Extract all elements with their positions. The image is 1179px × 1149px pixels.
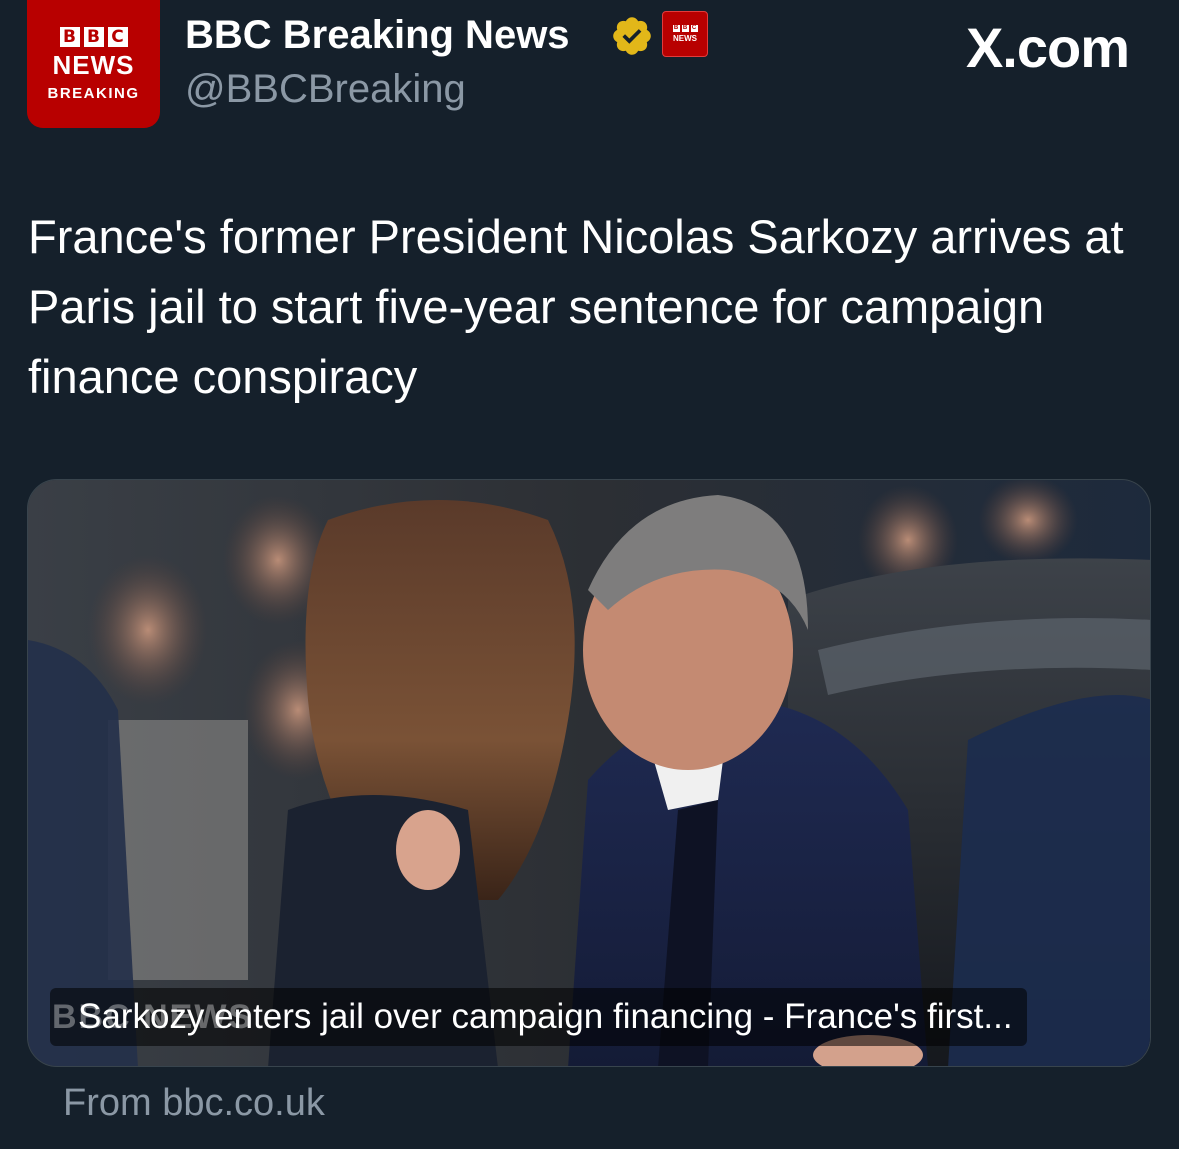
link-card-title: Sarkozy enters jail over campaign financ… <box>78 997 1013 1036</box>
affiliation-letter: B <box>681 25 689 32</box>
tweet-text: France's former President Nicolas Sarkoz… <box>28 210 1124 403</box>
avatar-breaking-label: BREAKING <box>47 84 140 102</box>
bbc-letter: B <box>83 26 104 47</box>
link-source-domain[interactable]: From bbc.co.uk <box>63 1080 325 1126</box>
affiliation-letter: B <box>672 25 680 32</box>
affiliation-letter: C <box>690 25 698 32</box>
bbc-logo-blocks: B B C <box>59 26 128 47</box>
link-preview-card[interactable]: BBC NEWS Sarkozy enters jail over campai… <box>27 479 1151 1067</box>
account-handle[interactable]: @BBCBreaking <box>185 66 466 112</box>
affiliation-bbc-blocks: B B C <box>672 25 698 32</box>
gold-verified-badge-icon[interactable] <box>610 14 654 58</box>
bbc-affiliation-badge[interactable]: B B C NEWS <box>662 11 708 57</box>
account-avatar[interactable]: B B C NEWS BREAKING <box>27 0 160 128</box>
avatar-news-label: NEWS <box>52 49 135 80</box>
bbc-letter: C <box>107 26 128 47</box>
display-name[interactable]: BBC Breaking News <box>185 12 570 58</box>
news-photo-image <box>28 480 1150 1066</box>
x-com-watermark: X.com <box>965 16 1130 79</box>
link-card-title-overlay[interactable]: BBC NEWS Sarkozy enters jail over campai… <box>50 988 1027 1046</box>
bbc-letter: B <box>59 26 80 47</box>
affiliation-news-label: NEWS <box>673 34 697 43</box>
